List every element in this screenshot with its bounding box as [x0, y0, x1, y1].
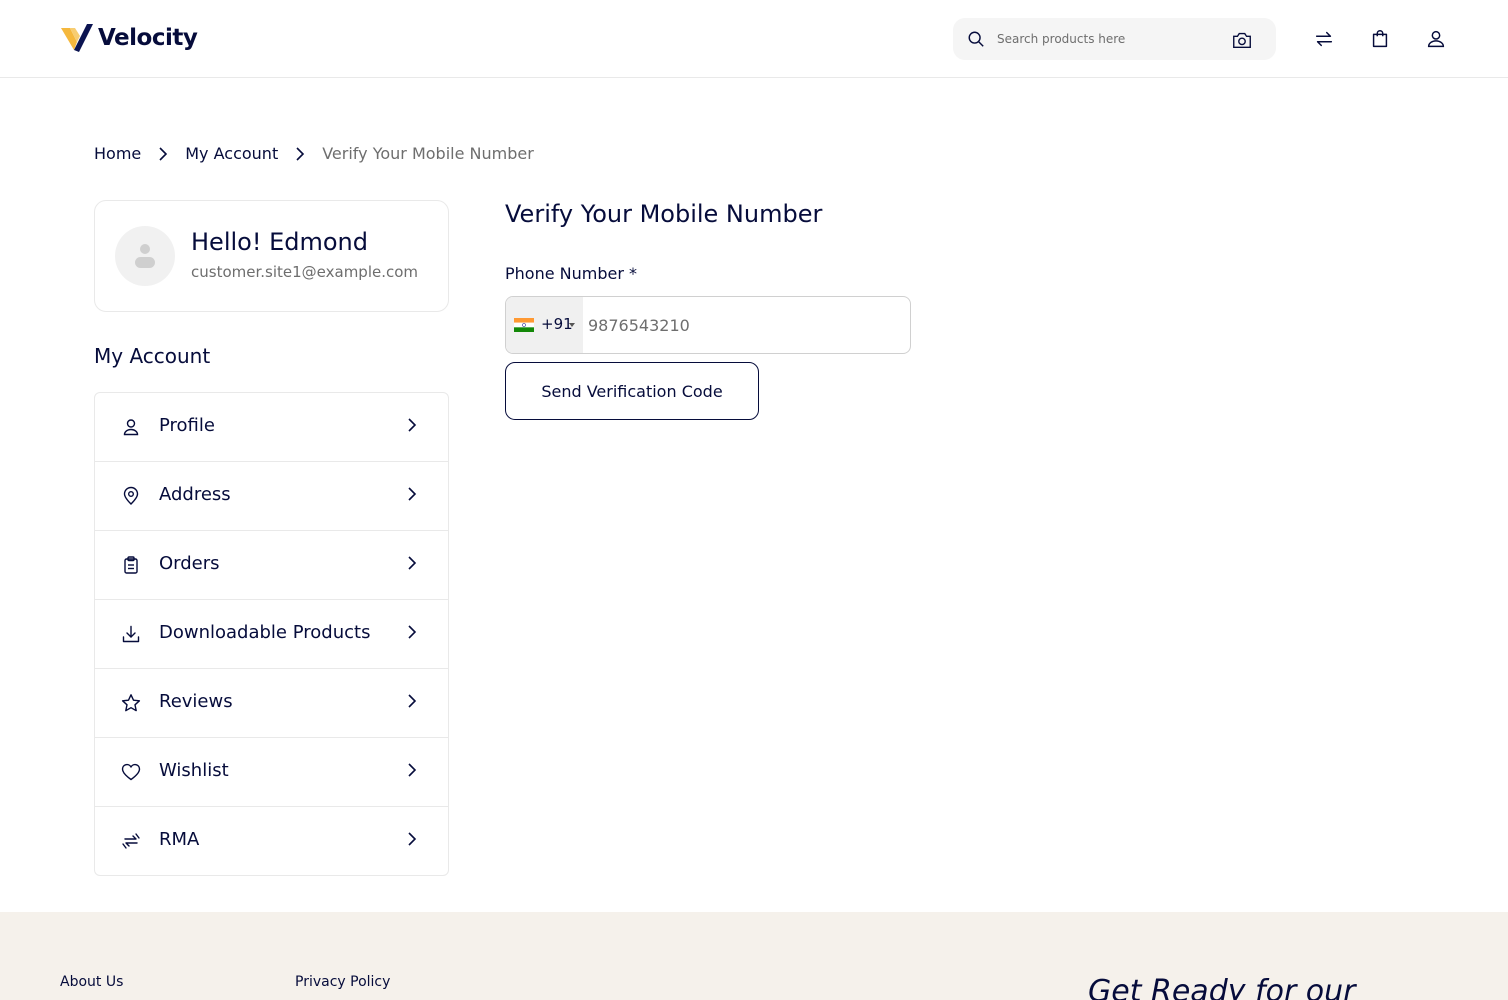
compare-icon[interactable]: [1313, 28, 1335, 50]
sidebar-item-address[interactable]: Address: [95, 462, 448, 531]
chevron-right-icon: [408, 556, 417, 570]
caret-down-icon: [569, 323, 575, 327]
sidebar-item-orders[interactable]: Orders: [95, 531, 448, 600]
chevron-right-icon: [408, 487, 417, 501]
camera-icon[interactable]: [1231, 29, 1253, 51]
return-icon: [122, 833, 140, 849]
search-icon[interactable]: [967, 30, 985, 48]
location-pin-icon: [123, 486, 139, 505]
chevron-right-icon: [408, 832, 417, 846]
velocity-logo-icon: [61, 24, 93, 52]
sidebar-item-downloadable-products[interactable]: Downloadable Products: [95, 600, 448, 669]
brand-logo[interactable]: Velocity: [60, 22, 198, 54]
chevron-right-icon: [408, 763, 417, 777]
country-code-select[interactable]: +91: [506, 297, 583, 353]
download-icon: [122, 625, 140, 643]
sidebar-item-rma[interactable]: RMA: [95, 807, 448, 875]
avatar: [115, 226, 175, 286]
footer-link-about-us[interactable]: About Us: [60, 974, 123, 990]
clipboard-icon: [124, 556, 138, 574]
avatar-placeholder-icon: [135, 244, 155, 268]
sidebar-item-label: Address: [159, 484, 231, 505]
page-title: Verify Your Mobile Number: [505, 200, 823, 228]
sidebar-heading: My Account: [94, 344, 211, 368]
search-input[interactable]: [997, 29, 1227, 49]
breadcrumb-current: Verify Your Mobile Number: [322, 144, 534, 163]
search-bar: [953, 18, 1276, 60]
chevron-right-icon: [296, 146, 305, 161]
sidebar-item-label: RMA: [159, 829, 200, 850]
sidebar-item-label: Reviews: [159, 691, 233, 712]
heart-icon: [121, 763, 141, 781]
chevron-right-icon: [159, 146, 168, 161]
sidebar-item-label: Downloadable Products: [159, 622, 371, 643]
account-menu: Profile Address Orders Downloadable Prod…: [94, 392, 449, 876]
breadcrumb-my-account[interactable]: My Account: [185, 144, 278, 163]
profile-greeting: Hello! Edmond: [191, 228, 368, 256]
sidebar-item-reviews[interactable]: Reviews: [95, 669, 448, 738]
star-icon: [121, 694, 141, 712]
phone-number-field: +91: [505, 296, 911, 354]
chevron-right-icon: [408, 694, 417, 708]
sidebar-item-label: Wishlist: [159, 760, 229, 781]
india-flag-icon: [514, 318, 534, 332]
profile-card: Hello! Edmond customer.site1@example.com: [94, 200, 449, 312]
chevron-right-icon: [408, 625, 417, 639]
user-icon[interactable]: [1425, 28, 1447, 50]
chevron-right-icon: [408, 418, 417, 432]
site-footer: About Us Privacy Policy Get Ready for ou…: [0, 912, 1508, 1000]
footer-link-privacy-policy[interactable]: Privacy Policy: [295, 974, 390, 990]
breadcrumb-home[interactable]: Home: [94, 144, 141, 163]
sidebar-item-wishlist[interactable]: Wishlist: [95, 738, 448, 807]
brand-name: Velocity: [98, 25, 198, 51]
send-verification-code-button[interactable]: Send Verification Code: [505, 362, 759, 420]
cart-icon[interactable]: [1369, 28, 1391, 50]
footer-promo-heading: Get Ready for our: [1088, 974, 1356, 1000]
country-dial-code: +91: [541, 315, 573, 333]
phone-number-input[interactable]: [588, 314, 898, 336]
sidebar-item-label: Orders: [159, 553, 220, 574]
sidebar-item-profile[interactable]: Profile: [95, 393, 448, 462]
profile-email: customer.site1@example.com: [191, 263, 419, 281]
phone-number-label: Phone Number *: [505, 264, 638, 283]
breadcrumb: Home My Account Verify Your Mobile Numbe…: [94, 144, 534, 163]
sidebar-item-label: Profile: [159, 415, 215, 436]
user-icon: [123, 419, 139, 436]
site-header: Velocity: [0, 0, 1508, 78]
